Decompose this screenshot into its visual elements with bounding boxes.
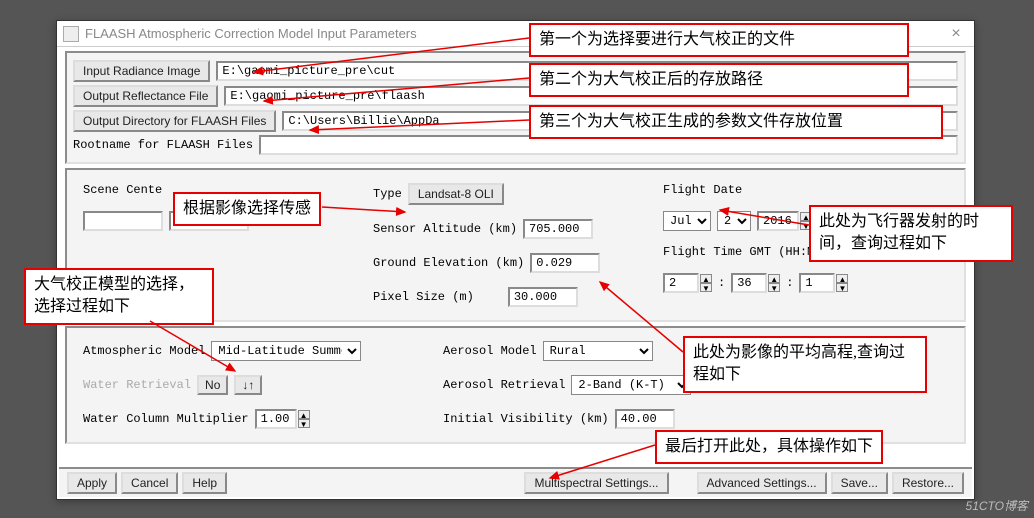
sensor-type-button[interactable]: Landsat-8 OLI xyxy=(408,183,504,205)
flight-year-spinner[interactable]: ▲▼ xyxy=(757,211,812,231)
flight-sec-spinner[interactable]: ▲▼ xyxy=(799,273,848,293)
water-column-field[interactable] xyxy=(255,409,297,429)
sensor-altitude-field[interactable] xyxy=(523,219,593,239)
annot-multi: 最后打开此处，具体操作如下 xyxy=(655,430,883,464)
cancel-button[interactable]: Cancel xyxy=(121,472,178,494)
close-icon[interactable]: × xyxy=(944,25,968,43)
scene-lat-field[interactable] xyxy=(83,211,163,231)
aerosol-retrieval-label: Aerosol Retrieval xyxy=(443,378,565,392)
annot-sensor: 根据影像选择传感 xyxy=(173,192,321,226)
atmos-model-select[interactable]: Mid-Latitude Summer xyxy=(211,341,361,361)
pixel-size-field[interactable] xyxy=(508,287,578,307)
water-retrieval-swap-icon[interactable]: ↓↑ xyxy=(234,375,262,395)
save-button[interactable]: Save... xyxy=(831,472,888,494)
output-reflectance-button[interactable]: Output Reflectance File xyxy=(73,85,218,107)
advanced-button[interactable]: Advanced Settings... xyxy=(697,472,827,494)
annot-flight: 此处为飞行器发射的时间，查询过程如下 xyxy=(809,205,1013,262)
flight-year-field[interactable] xyxy=(757,211,799,231)
annot-file2: 第二个为大气校正后的存放路径 xyxy=(529,63,909,97)
app-icon xyxy=(63,26,79,42)
init-visibility-label: Initial Visibility (km) xyxy=(443,412,609,426)
water-column-label: Water Column Multiplier xyxy=(83,412,249,426)
pixel-size-label: Pixel Size (m) xyxy=(373,290,474,304)
help-button[interactable]: Help xyxy=(182,472,227,494)
water-retrieval-toggle[interactable]: No xyxy=(197,375,228,395)
water-retrieval-label: Water Retrieval xyxy=(83,378,191,392)
flight-hour-field[interactable] xyxy=(663,273,699,293)
atmos-model-label: Atmospheric Model xyxy=(83,344,205,358)
bottom-bar: Apply Cancel Help Multispectral Settings… xyxy=(59,467,972,497)
output-dir-button[interactable]: Output Directory for FLAASH Files xyxy=(73,110,276,132)
sensor-type-label: Type xyxy=(373,187,402,201)
flight-day-select[interactable]: 2 xyxy=(717,211,751,231)
flight-month-select[interactable]: Jul xyxy=(663,211,711,231)
flight-date-label: Flight Date xyxy=(663,183,742,197)
sensor-altitude-label: Sensor Altitude (km) xyxy=(373,222,517,236)
multispectral-button[interactable]: Multispectral Settings... xyxy=(524,472,668,494)
aerosol-model-label: Aerosol Model xyxy=(443,344,537,358)
ground-elevation-field[interactable] xyxy=(530,253,600,273)
rootname-label: Rootname for FLAASH Files xyxy=(73,138,253,152)
apply-button[interactable]: Apply xyxy=(67,472,117,494)
annot-file1: 第一个为选择要进行大气校正的文件 xyxy=(529,23,909,57)
flight-hour-spinner[interactable]: ▲▼ xyxy=(663,273,712,293)
flight-min-field[interactable] xyxy=(731,273,767,293)
annot-file3: 第三个为大气校正生成的参数文件存放位置 xyxy=(529,105,943,139)
annot-atmos: 大气校正模型的选择，选择过程如下 xyxy=(24,268,214,325)
watermark: 51CTO博客 xyxy=(966,497,1028,514)
input-radiance-button[interactable]: Input Radiance Image xyxy=(73,60,210,82)
annot-elev: 此处为影像的平均高程,查询过程如下 xyxy=(683,336,927,393)
aerosol-retrieval-select[interactable]: 2-Band (K-T) xyxy=(571,375,691,395)
flight-sec-field[interactable] xyxy=(799,273,835,293)
restore-button[interactable]: Restore... xyxy=(892,472,964,494)
scene-center-label: Scene Cente xyxy=(83,183,162,197)
init-visibility-field[interactable] xyxy=(615,409,675,429)
ground-elevation-label: Ground Elevation (km) xyxy=(373,256,524,270)
aerosol-model-select[interactable]: Rural xyxy=(543,341,653,361)
flight-min-spinner[interactable]: ▲▼ xyxy=(731,273,780,293)
water-column-spinner[interactable]: ▲▼ xyxy=(255,409,310,429)
